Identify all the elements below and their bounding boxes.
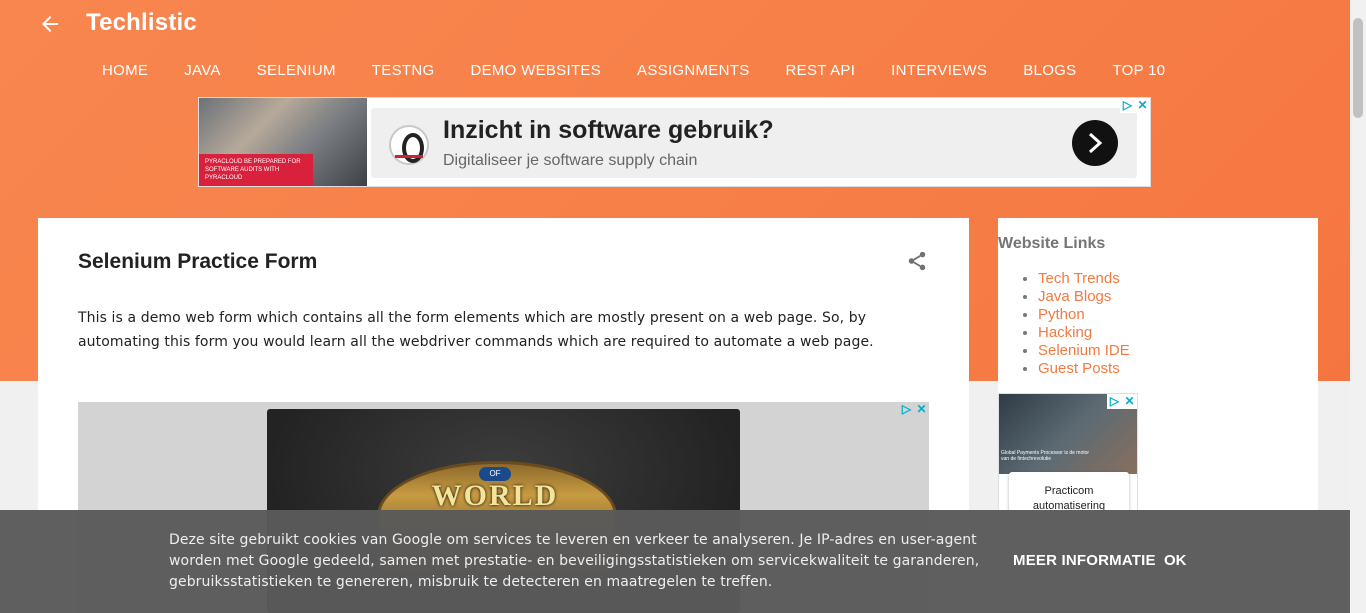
adchoices-icon[interactable]: ▷ [1120, 98, 1135, 113]
sidebar-ad-photo-text: Global Payments Processor is de motor va… [1001, 450, 1090, 462]
ad-close-icon[interactable]: ✕ [1122, 394, 1137, 409]
share-icon[interactable] [906, 249, 928, 273]
sidebar-link-hacking[interactable]: Hacking [1038, 324, 1092, 341]
sidebar-title: Website Links [998, 235, 1106, 252]
adchoices: ▷ ✕ [1107, 394, 1137, 409]
nav-item-rest-api[interactable]: REST API [768, 62, 874, 84]
scrollbar-thumb[interactable] [1353, 18, 1363, 118]
ad-logo-icon [389, 125, 429, 165]
nav-item-java[interactable]: JAVA [166, 62, 239, 84]
list-item: Guest Posts [1038, 360, 1130, 378]
ad-photo[interactable]: PYRACLOUD BE PREPARED FOR SOFTWARE AUDIT… [199, 98, 367, 186]
ad-go-button[interactable] [1072, 120, 1118, 166]
adchoices: ▷ ✕ [1120, 98, 1150, 113]
list-item: Python [1038, 306, 1130, 324]
cookie-notice-text: Deze site gebruikt cookies van Google om… [169, 532, 980, 590]
list-item: Hacking [1038, 324, 1130, 342]
ad-subline: Digitaliseer je software supply chain [443, 152, 698, 169]
nav-item-home[interactable]: HOME [84, 62, 166, 84]
nav-item-top-10[interactable]: TOP 10 [1094, 62, 1183, 84]
post-intro: This is a demo web form which contains a… [78, 310, 874, 350]
list-item: Tech Trends [1038, 270, 1130, 288]
site-title[interactable]: Techlistic [86, 9, 197, 37]
adchoices-icon[interactable]: ▷ [1107, 394, 1122, 409]
list-item: Selenium IDE [1038, 342, 1130, 360]
arrow-left-icon[interactable] [38, 12, 62, 36]
adchoices: ▷ ✕ [899, 402, 929, 417]
nav-item-demo-websites[interactable]: DEMO WEBSITES [452, 62, 619, 84]
nav-item-selenium[interactable]: SELENIUM [239, 62, 354, 84]
main-nav: HOME JAVA SELENIUM TESTNG DEMO WEBSITES … [84, 62, 1183, 84]
list-item: Java Blogs [1038, 288, 1130, 306]
ad-photo-caption: PYRACLOUD BE PREPARED FOR SOFTWARE AUDIT… [199, 154, 313, 186]
adchoices-icon[interactable]: ▷ [899, 402, 914, 417]
ad-card[interactable]: Inzicht in software gebruik? Digitalisee… [371, 108, 1137, 178]
sidebar-link-tech-trends[interactable]: Tech Trends [1038, 270, 1120, 287]
chevron-right-icon [1088, 132, 1103, 154]
nav-item-interviews[interactable]: INTERVIEWS [873, 62, 1005, 84]
ad-headline[interactable]: Inzicht in software gebruik? [443, 116, 774, 145]
nav-item-blogs[interactable]: BLOGS [1005, 62, 1094, 84]
ad-close-icon[interactable]: ✕ [1135, 98, 1150, 113]
cookie-banner: Deze site gebruikt cookies van Google om… [0, 510, 1350, 613]
page-title: Selenium Practice Form [78, 250, 318, 273]
ok-button[interactable]: OK [1164, 552, 1187, 569]
sidebar-link-python[interactable]: Python [1038, 306, 1085, 323]
sidebar-link-java-blogs[interactable]: Java Blogs [1038, 288, 1111, 305]
sidebar-link-selenium-ide[interactable]: Selenium IDE [1038, 342, 1130, 359]
game-logo-text: WORLD [431, 479, 559, 512]
page-scrollbar[interactable] [1350, 0, 1366, 613]
sidebar-link-guest-posts[interactable]: Guest Posts [1038, 360, 1120, 377]
ad-close-icon[interactable]: ✕ [914, 402, 929, 417]
website-links-list: Tech Trends Java Blogs Python Hacking Se… [1038, 270, 1130, 378]
nav-item-assignments[interactable]: ASSIGNMENTS [619, 62, 767, 84]
top-banner-ad[interactable]: PYRACLOUD BE PREPARED FOR SOFTWARE AUDIT… [198, 97, 1151, 187]
more-info-button[interactable]: MEER INFORMATIE [1013, 552, 1156, 569]
nav-item-testng[interactable]: TESTNG [354, 62, 453, 84]
